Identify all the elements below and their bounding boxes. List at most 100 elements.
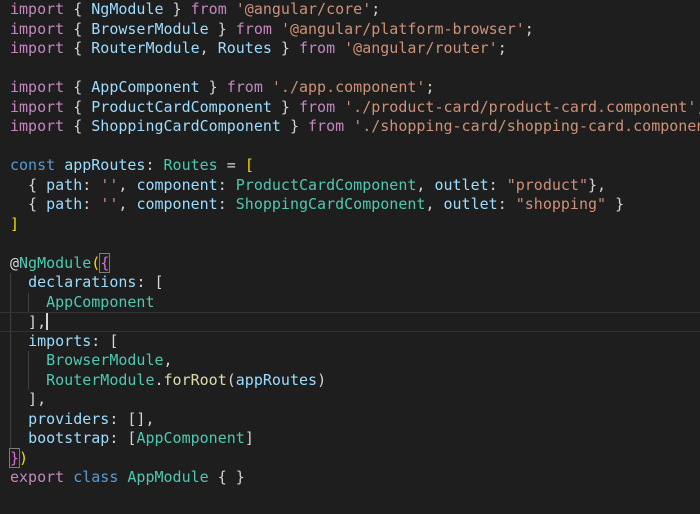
code-line[interactable]: declarations: [	[0, 273, 700, 293]
indent-guide	[10, 370, 11, 390]
code-line[interactable]: import { BrowserModule } from '@angular/…	[0, 20, 700, 40]
code-token: NgModule	[19, 253, 92, 272]
code-token: BrowserModule	[91, 19, 209, 38]
code-token: ;	[371, 0, 381, 18]
code-token: },	[588, 175, 607, 194]
code-token: }	[280, 117, 309, 135]
code-token: component	[136, 175, 218, 194]
code-line[interactable]	[0, 59, 700, 79]
code-line[interactable]: { path: '', component: ShoppingCardCompo…	[0, 195, 700, 215]
code-token: ],	[10, 313, 47, 331]
code-line[interactable]: ]	[0, 215, 700, 235]
code-token: import	[10, 97, 65, 116]
code-token: ]	[244, 429, 254, 447]
code-token: './product-card/product-card.component'	[344, 97, 697, 116]
indent-guide	[10, 313, 11, 331]
code-token: {	[64, 117, 92, 135]
code-token: }	[606, 195, 625, 213]
code-line[interactable]: import { NgModule } from '@angular/core'…	[0, 0, 700, 20]
code-line[interactable]: import { ShoppingCardComponent } from '.…	[0, 117, 700, 137]
code-token: outlet	[434, 175, 489, 194]
code-line[interactable]: @NgModule({	[0, 252, 700, 274]
code-token: ,	[118, 175, 137, 194]
code-token: ,	[416, 175, 435, 194]
code-token: RouterModule	[46, 370, 155, 389]
code-token: ;	[524, 19, 534, 38]
code-token: ''	[100, 175, 119, 194]
code-token: AppComponent	[46, 292, 155, 311]
code-line[interactable]: imports: [	[0, 331, 700, 351]
code-token: }	[8, 447, 21, 468]
code-token: )	[317, 370, 327, 389]
code-editor[interactable]: import { NgModule } from '@angular/core'…	[0, 0, 700, 514]
code-token: ]	[10, 214, 20, 233]
code-token: [	[109, 331, 119, 350]
code-line[interactable]: import { ProductCardComponent } from './…	[0, 98, 700, 118]
code-line[interactable]: AppComponent	[0, 292, 700, 312]
code-line[interactable]	[0, 234, 700, 254]
code-token: ;	[425, 78, 435, 96]
code-line[interactable]: })	[0, 447, 700, 469]
code-token: : [	[109, 429, 137, 447]
code-token: export	[10, 468, 65, 486]
code-token: )	[19, 448, 29, 467]
code-token: :	[217, 175, 236, 194]
code-token: path	[46, 195, 83, 213]
code-token: Routes	[217, 39, 272, 57]
code-line[interactable]	[0, 137, 700, 157]
code-token: }	[271, 97, 299, 116]
code-token: from	[235, 19, 272, 38]
code-token: {	[64, 0, 92, 18]
code-token: ],	[10, 390, 47, 408]
code-token: }	[199, 78, 227, 96]
code-token: ,	[118, 195, 137, 213]
code-line[interactable]: ],	[0, 312, 700, 332]
indent-guide	[10, 273, 11, 293]
code-token: AppComponent	[91, 78, 200, 96]
code-token: providers	[28, 409, 110, 428]
code-token: import	[10, 78, 65, 96]
code-token: outlet	[443, 195, 498, 213]
code-token: from	[299, 97, 336, 116]
code-token: }	[208, 19, 236, 38]
code-token: appRoutes	[235, 370, 318, 389]
text-cursor	[46, 313, 49, 330]
code-token: :	[217, 195, 236, 213]
code-token: declarations	[28, 273, 137, 291]
indent-guide	[28, 292, 30, 312]
indent-guide	[28, 370, 30, 390]
code-token: '@angular/core'	[235, 0, 372, 18]
code-token: {	[64, 19, 92, 38]
code-line[interactable]: BrowserModule,	[0, 351, 700, 371]
code-token: AppModule	[127, 468, 209, 486]
indent-guide	[10, 429, 11, 449]
code-token: ;	[696, 98, 700, 116]
code-line[interactable]: RouterModule.forRoot(appRoutes)	[0, 370, 700, 390]
code-line[interactable]: const appRoutes: Routes = [	[0, 156, 700, 176]
code-token: import	[10, 39, 65, 57]
code-token: ,	[163, 351, 173, 369]
code-token: { }	[208, 468, 245, 486]
code-token: path	[46, 175, 83, 194]
code-line[interactable]: export class AppModule { }	[0, 468, 700, 488]
code-token: import	[10, 19, 65, 38]
code-line[interactable]: { path: '', component: ProductCardCompon…	[0, 176, 700, 196]
code-token: {	[64, 97, 92, 116]
code-token: ''	[100, 195, 119, 213]
code-line[interactable]: import { RouterModule, Routes } from '@a…	[0, 39, 700, 59]
code-token: imports	[28, 331, 92, 350]
code-token: Routes	[163, 156, 218, 174]
code-line[interactable]: bootstrap: [AppComponent]	[0, 429, 700, 449]
code-line[interactable]: ],	[0, 390, 700, 410]
code-line[interactable]: providers: [],	[0, 409, 700, 429]
code-token: RouterModule	[91, 39, 200, 57]
code-line[interactable]: import { AppComponent } from './app.comp…	[0, 78, 700, 98]
code-token: NgModule	[91, 0, 164, 18]
code-token: './shopping-card/shopping-card.component…	[353, 117, 700, 135]
code-token: '@angular/platform-browser'	[280, 19, 525, 38]
indent-guide	[10, 390, 11, 410]
